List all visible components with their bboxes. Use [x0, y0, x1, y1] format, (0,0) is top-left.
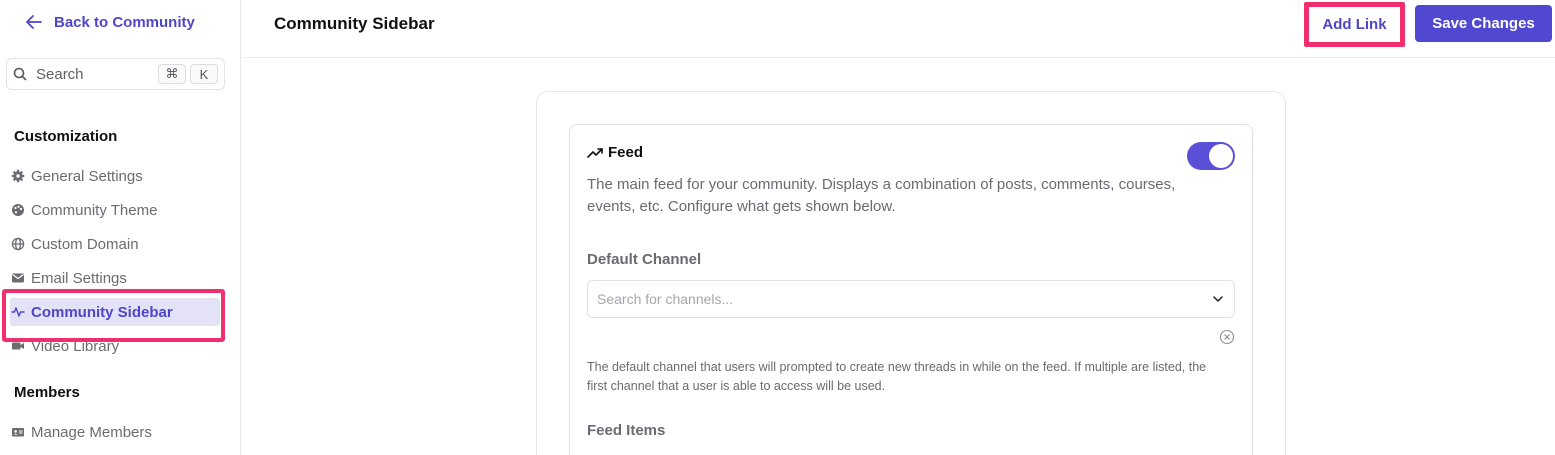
sidebar-item-community-sidebar[interactable]: Community Sidebar	[10, 298, 220, 326]
palette-icon	[12, 204, 24, 216]
feed-enabled-toggle[interactable]	[1187, 142, 1235, 170]
video-icon	[12, 342, 24, 350]
default-channel-label: Default Channel	[587, 251, 702, 268]
shortcut-k-key: K	[190, 64, 218, 84]
feed-heading: Feed	[587, 144, 643, 161]
sidebar-item-label: Community Theme	[31, 201, 158, 219]
globe-icon	[11, 237, 25, 251]
activity-icon	[11, 307, 25, 317]
page-title: Community Sidebar	[274, 14, 435, 33]
search-icon	[13, 67, 27, 81]
mail-icon	[12, 273, 24, 283]
sidebar-item-manage-members[interactable]: Manage Members	[10, 418, 220, 446]
arrow-left-icon	[26, 15, 42, 29]
sidebar-item-label: Custom Domain	[31, 235, 139, 253]
back-label: Back to Community	[54, 13, 195, 31]
clear-circle-icon[interactable]	[1219, 329, 1235, 345]
channel-search-select[interactable]: Search for channels...	[587, 280, 1235, 318]
sidebar-item-label: Community Sidebar	[31, 303, 173, 321]
chevron-down-icon	[1213, 296, 1223, 302]
sidebar-item-label: Email Settings	[31, 269, 127, 287]
feed-items-label: Feed Items	[587, 422, 666, 439]
feed-title: Feed	[608, 144, 644, 161]
app: Back to Community Search ⌘ K Customizati…	[0, 0, 1555, 455]
sidebar-item-custom-domain[interactable]: Custom Domain	[10, 230, 220, 258]
sidebar-item-general-settings[interactable]: General Settings	[10, 162, 220, 190]
settings-sidebar: Back to Community Search ⌘ K Customizati…	[0, 0, 241, 455]
toggle-knob	[1209, 144, 1233, 168]
save-changes-button[interactable]: Save Changes	[1415, 5, 1552, 42]
sidebar-item-label: Video Library	[31, 337, 120, 355]
channel-search-placeholder: Search for channels...	[597, 291, 734, 307]
add-link-button[interactable]: Add Link	[1304, 2, 1405, 47]
id-card-icon	[12, 428, 24, 437]
sidebar-item-video-library[interactable]: Video Library	[10, 332, 220, 360]
sidebar-item-label: General Settings	[31, 167, 143, 185]
back-to-community-link[interactable]: Back to Community	[24, 12, 195, 32]
sidebar-item-label: Manage Members	[31, 423, 152, 441]
trending-up-icon	[587, 147, 603, 158]
section-title-members: Members	[14, 384, 80, 401]
shortcut-cmd-key: ⌘	[158, 64, 186, 84]
feed-description: The main feed for your community. Displa…	[587, 176, 1176, 215]
gear-icon	[11, 169, 25, 183]
search-input[interactable]: Search ⌘ K	[6, 58, 225, 90]
sidebar-item-community-theme[interactable]: Community Theme	[10, 196, 220, 224]
sidebar-item-email-settings[interactable]: Email Settings	[10, 264, 220, 292]
default-channel-help: The default channel that users will prom…	[587, 360, 1207, 393]
page-header: Community Sidebar Add Link Save Changes	[242, 0, 1555, 58]
search-label: Search	[36, 65, 84, 83]
section-title-customization: Customization	[14, 128, 118, 145]
